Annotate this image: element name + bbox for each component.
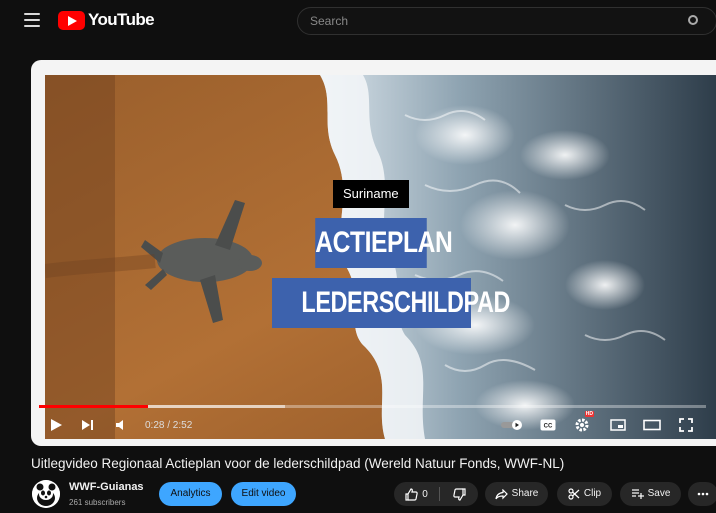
share-arrow-icon — [495, 488, 508, 499]
miniplayer-icon[interactable] — [609, 412, 627, 438]
next-icon[interactable] — [78, 412, 96, 438]
more-horizontal-icon — [697, 492, 709, 496]
youtube-logo[interactable]: YouTube — [58, 9, 155, 31]
fullscreen-icon[interactable] — [677, 412, 695, 438]
clip-label: Clip — [583, 488, 602, 499]
channel-avatar[interactable] — [32, 480, 60, 508]
top-bar: YouTube — [0, 0, 716, 42]
panda-logo-icon — [32, 480, 60, 508]
thumbs-down-icon — [452, 487, 466, 501]
add-to-playlist-icon — [631, 489, 644, 499]
location-tag: Suriname — [333, 180, 409, 208]
settings-gear-icon[interactable]: HD — [572, 411, 594, 438]
hd-badge-icon: HD — [584, 411, 594, 417]
svg-text:CC: CC — [544, 424, 553, 430]
share-button[interactable]: Share — [485, 482, 548, 506]
volume-icon[interactable] — [113, 412, 131, 438]
hamburger-menu-icon[interactable] — [24, 13, 40, 27]
subscriber-count: 261 subscribers — [69, 498, 126, 507]
search-input[interactable] — [310, 13, 670, 29]
more-actions-button[interactable] — [688, 482, 716, 506]
overlay-title-line-1: ACTIEPLAN — [315, 218, 453, 268]
share-label: Share — [511, 488, 539, 499]
video-title: Uitlegvideo Regionaal Actieplan voor de … — [31, 456, 565, 471]
analytics-button[interactable]: Analytics — [159, 482, 222, 506]
overlay-title-line-2: LEDERSCHILDPAD — [272, 278, 510, 328]
video-player[interactable]: Suriname ACTIEPLAN LEDERSCHILDPAD — [45, 75, 716, 439]
progress-played — [39, 405, 148, 408]
edit-video-button[interactable]: Edit video — [231, 482, 296, 506]
autoplay-toggle-icon[interactable] — [500, 412, 526, 438]
time-display: 0:28 / 2:52 — [145, 420, 193, 431]
like-dislike-group: 0 — [394, 482, 478, 506]
subtitles-icon[interactable]: CC — [538, 412, 558, 438]
like-count: 0 — [422, 488, 428, 500]
logo-text: YouTube — [88, 10, 155, 29]
youtube-play-icon — [58, 10, 85, 30]
channel-name[interactable]: WWF-Guianas — [69, 481, 144, 493]
scissors-icon — [568, 488, 580, 500]
player-controls: 0:28 / 2:52 CC HD — [45, 411, 716, 438]
search-icon[interactable] — [688, 15, 698, 25]
save-button[interactable]: Save — [620, 482, 681, 506]
like-button[interactable]: 0 — [394, 482, 439, 506]
clip-button[interactable]: Clip — [557, 482, 612, 506]
play-icon[interactable] — [47, 412, 65, 438]
save-label: Save — [647, 488, 671, 499]
thumbs-up-icon — [405, 487, 418, 501]
search-bar — [297, 7, 716, 35]
dislike-button[interactable] — [440, 482, 478, 506]
theater-mode-icon[interactable] — [642, 412, 662, 438]
